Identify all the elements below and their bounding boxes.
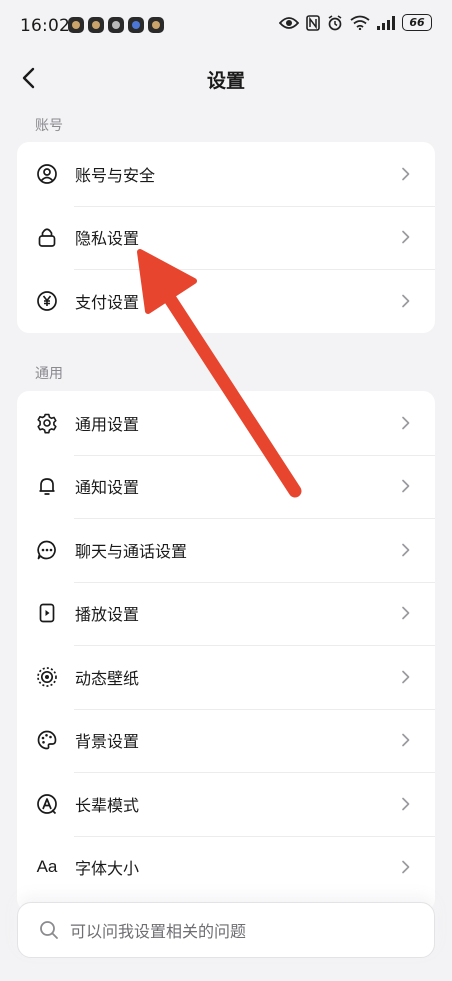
account-settings-card: 账号与安全 隐私设置 支付设置: [17, 142, 435, 333]
settings-item-label: 账号与安全: [75, 165, 156, 185]
chevron-right-icon: [402, 670, 410, 684]
system-status-icons: 66: [279, 14, 432, 31]
chevron-right-icon: [402, 479, 410, 493]
app-notification-icon: [68, 17, 84, 33]
chevron-right-icon: [402, 230, 410, 244]
app-notification-icon: [128, 17, 144, 33]
chevron-right-icon: [402, 860, 410, 874]
section-label-general: 通用: [35, 366, 63, 382]
settings-item-payment[interactable]: 支付设置: [17, 269, 435, 333]
settings-item-account-security[interactable]: 账号与安全: [17, 142, 435, 206]
chevron-right-icon: [402, 543, 410, 557]
settings-item-playback[interactable]: 播放设置: [17, 581, 435, 646]
settings-item-privacy[interactable]: 隐私设置: [17, 205, 435, 270]
battery-indicator: 66: [402, 14, 432, 31]
chevron-right-icon: [402, 167, 410, 181]
settings-item-label: 隐私设置: [75, 229, 140, 249]
status-bar: 16:02 66: [0, 0, 452, 54]
settings-item-general[interactable]: 通用设置: [17, 391, 435, 455]
settings-item-label: 播放设置: [75, 605, 140, 625]
settings-search-bar[interactable]: 可以问我设置相关的问题: [17, 902, 435, 958]
dynamic-wallpaper-icon: [36, 666, 58, 688]
chat-bubble-icon: [36, 539, 58, 561]
settings-item-label: 长辈模式: [75, 795, 140, 815]
palette-icon: [36, 729, 58, 751]
settings-item-elder-mode[interactable]: 长辈模式: [17, 772, 435, 836]
lock-icon: [36, 226, 58, 248]
signal-icon: [377, 15, 395, 30]
chevron-right-icon: [402, 733, 410, 747]
settings-item-chat-call[interactable]: 聊天与通话设置: [17, 518, 435, 582]
notification-icons: [68, 17, 164, 33]
settings-item-font-size[interactable]: Aa 字体大小: [17, 835, 435, 900]
settings-item-background[interactable]: 背景设置: [17, 708, 435, 773]
settings-item-label: 动态壁纸: [75, 668, 140, 688]
gear-icon: [36, 412, 58, 434]
chevron-right-icon: [402, 606, 410, 620]
yen-icon: [36, 290, 58, 312]
alarm-icon: [328, 14, 342, 30]
settings-item-label: 聊天与通话设置: [75, 541, 188, 561]
settings-item-label: 字体大小: [75, 859, 140, 879]
chevron-right-icon: [402, 416, 410, 430]
general-settings-card: 通用设置 通知设置 聊天与通话设置 播放设置 动态壁纸 背景设置 长辈模式 Aa…: [17, 391, 435, 911]
settings-item-label: 背景设置: [75, 732, 140, 752]
settings-item-label: 通用设置: [75, 414, 140, 434]
elder-mode-icon: [36, 793, 58, 815]
status-time: 16:02: [20, 16, 70, 36]
chevron-right-icon: [402, 797, 410, 811]
app-notification-icon: [108, 17, 124, 33]
bell-icon: [36, 475, 58, 497]
page-title: 设置: [206, 70, 245, 92]
user-circle-icon: [36, 163, 58, 185]
chevron-right-icon: [402, 294, 410, 308]
app-notification-icon: [88, 17, 104, 33]
settings-item-dynamic-wallpaper[interactable]: 动态壁纸: [17, 645, 435, 709]
section-label-account: 账号: [35, 118, 63, 134]
app-notification-icon: [148, 17, 164, 33]
settings-item-label: 通知设置: [75, 478, 140, 498]
settings-item-label: 支付设置: [75, 292, 140, 312]
search-placeholder: 可以问我设置相关的问题: [70, 922, 247, 941]
page-header: 设置: [0, 54, 452, 102]
nfc-icon: [306, 14, 320, 31]
settings-item-notification[interactable]: 通知设置: [17, 454, 435, 519]
eye-icon: [279, 16, 299, 29]
play-device-icon: [36, 602, 58, 624]
search-icon: [40, 921, 58, 939]
wifi-icon: [350, 15, 370, 30]
font-size-icon: Aa: [36, 857, 58, 877]
